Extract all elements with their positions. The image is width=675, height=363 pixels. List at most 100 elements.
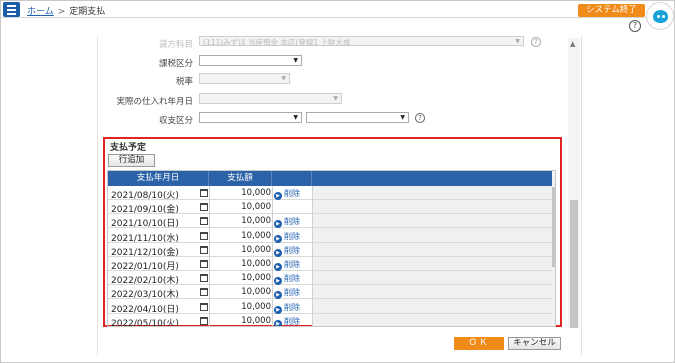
- delete-row-button[interactable]: ▶ 削除: [274, 231, 300, 243]
- system-exit-button[interactable]: システム終了: [578, 4, 645, 17]
- help-icon[interactable]: ?: [415, 113, 425, 123]
- delete-row-button[interactable]: ▶ 削除: [274, 216, 300, 229]
- column-header-action: [272, 171, 312, 186]
- payment-date-cell[interactable]: 2021/12/10(金): [111, 245, 179, 258]
- delete-row-button[interactable]: ▶ 削除: [274, 259, 300, 271]
- payment-amount-cell[interactable]: 10,000: [209, 302, 271, 312]
- table-row: 2021/11/10(水) 10,000 ▶ 削除: [108, 229, 555, 244]
- income-expense-select-2[interactable]: ▼: [306, 112, 409, 123]
- chevron-down-icon: ▼: [293, 114, 298, 121]
- payment-amount-cell[interactable]: 10,000: [209, 231, 271, 241]
- purchase-date-label: 実際の仕入れ年月日: [116, 97, 193, 107]
- payment-amount-cell[interactable]: 10,000: [209, 216, 271, 226]
- payment-amount-cell[interactable]: 10,000: [209, 316, 271, 326]
- calendar-icon[interactable]: [200, 189, 208, 197]
- breadcrumb-separator: >: [57, 7, 66, 17]
- table-scrollbar[interactable]: [552, 171, 555, 326]
- payment-date-cell[interactable]: 2022/04/10(日): [111, 302, 179, 315]
- tax-rate-select[interactable]: ▼: [199, 73, 290, 84]
- avatar[interactable]: [646, 2, 674, 30]
- payment-amount-cell[interactable]: 10,000: [209, 259, 271, 269]
- payment-date-cell[interactable]: 2022/01/10(月): [111, 259, 179, 272]
- payment-date-cell[interactable]: 2022/05/10(火): [111, 316, 179, 326]
- calendar-icon[interactable]: [200, 302, 208, 311]
- payment-amount-cell[interactable]: 10,000: [209, 202, 271, 212]
- play-icon: ▶: [274, 319, 282, 326]
- table-row: 2022/03/10(木) 10,000 ▶ 削除: [108, 285, 555, 300]
- payment-date-cell[interactable]: 2021/11/10(水): [111, 231, 179, 244]
- table-row: 2021/09/10(金) 10,000: [108, 200, 555, 215]
- income-expense-label: 収支区分: [158, 116, 193, 126]
- payment-date-cell[interactable]: 2022/03/10(木): [111, 287, 179, 300]
- delete-label: 削除: [284, 316, 300, 326]
- calendar-icon[interactable]: [200, 217, 208, 226]
- delete-label: 削除: [284, 231, 300, 241]
- play-icon: ▶: [274, 277, 282, 286]
- payment-date-cell[interactable]: 2021/09/10(金): [111, 202, 179, 215]
- play-icon: ▶: [274, 192, 282, 200]
- table-row: 2021/10/10(日) 10,000 ▶ 削除: [108, 214, 555, 229]
- payment-amount-cell[interactable]: 10,000: [209, 245, 271, 255]
- debit-account-value: (111)みずほ 当座預金 本店(登録1 上財大成: [203, 38, 351, 47]
- calendar-icon[interactable]: [200, 203, 208, 212]
- calendar-icon[interactable]: [200, 288, 208, 297]
- hamburger-menu-icon[interactable]: [3, 2, 20, 17]
- play-icon: ▶: [274, 305, 282, 314]
- payment-amount-cell[interactable]: 10,000: [209, 287, 271, 297]
- help-icon[interactable]: ?: [531, 37, 541, 47]
- play-icon: ▶: [274, 220, 282, 229]
- delete-row-button[interactable]: ▶ 削除: [274, 316, 300, 326]
- page-scrollbar[interactable]: ▲: [568, 38, 580, 328]
- payment-schedule-title: 支払予定: [110, 143, 147, 153]
- delete-row-button[interactable]: ▶ 削除: [274, 188, 300, 200]
- delete-row-button[interactable]: ▶ 削除: [274, 302, 300, 314]
- calendar-icon[interactable]: [200, 245, 208, 254]
- add-row-button[interactable]: 行追加: [108, 154, 155, 167]
- delete-label: 削除: [284, 189, 300, 198]
- chevron-down-icon: ▼: [281, 75, 286, 82]
- payment-amount-cell[interactable]: 10,000: [209, 188, 271, 198]
- tax-category-select[interactable]: ▼: [199, 55, 302, 66]
- debit-account-select[interactable]: (111)みずほ 当座預金 本店(登録1 上財大成 ▼: [199, 36, 524, 47]
- column-header-amount: 支払額: [209, 171, 272, 186]
- scroll-up-icon[interactable]: ▲: [570, 40, 575, 48]
- column-header-date: 支払年月日: [108, 171, 209, 186]
- table-row: 2022/04/10(日) 10,000 ▶ 削除: [108, 300, 555, 315]
- delete-row-button[interactable]: ▶ 削除: [274, 287, 300, 300]
- column-divider: [312, 186, 313, 326]
- delete-label: 削除: [284, 288, 300, 298]
- chevron-down-icon: ▼: [515, 38, 520, 45]
- payment-date-cell[interactable]: 2021/08/10(火): [111, 188, 179, 201]
- mascot-eye: [657, 15, 660, 18]
- breadcrumb: ホーム > 定期支払: [27, 4, 105, 17]
- ok-button[interactable]: ＯＫ: [454, 337, 504, 350]
- table-row: 2022/01/10(月) 10,000 ▶ 削除: [108, 257, 555, 272]
- breadcrumb-home-link[interactable]: ホーム: [27, 7, 54, 17]
- delete-label: 削除: [284, 245, 300, 255]
- page-title: 定期支払: [69, 7, 106, 17]
- calendar-icon[interactable]: [200, 231, 208, 240]
- top-bar: ホーム > 定期支払 システム終了: [1, 1, 674, 18]
- tax-rate-label: 税率: [175, 77, 193, 87]
- table-row: 2022/05/10(火) 10,000 ▶ 削除: [108, 314, 555, 326]
- delete-label: 削除: [284, 302, 300, 312]
- delete-row-button[interactable]: ▶ 削除: [274, 273, 300, 286]
- column-divider: [272, 186, 273, 326]
- calendar-icon[interactable]: [200, 316, 208, 325]
- cancel-button[interactable]: キャンセル: [508, 337, 561, 350]
- purchase-date-select[interactable]: ▼: [199, 93, 342, 104]
- delete-row-button[interactable]: ▶ 削除: [274, 245, 300, 257]
- mascot-face-icon: [653, 10, 668, 23]
- help-icon[interactable]: ?: [629, 20, 641, 32]
- scrollbar-thumb[interactable]: [570, 200, 578, 328]
- income-expense-select-1[interactable]: ▼: [199, 112, 302, 123]
- calendar-icon[interactable]: [200, 260, 208, 268]
- chevron-down-icon: ▼: [293, 57, 298, 64]
- payment-date-cell[interactable]: 2022/02/10(木): [111, 273, 179, 286]
- scrollbar-thumb[interactable]: [552, 187, 555, 267]
- play-icon: ▶: [274, 263, 282, 271]
- payment-amount-cell[interactable]: 10,000: [209, 273, 271, 283]
- calendar-icon[interactable]: [200, 274, 208, 283]
- payment-date-cell[interactable]: 2021/10/10(日): [111, 216, 179, 229]
- table-row: 2021/08/10(火) 10,000 ▶ 削除: [108, 186, 555, 201]
